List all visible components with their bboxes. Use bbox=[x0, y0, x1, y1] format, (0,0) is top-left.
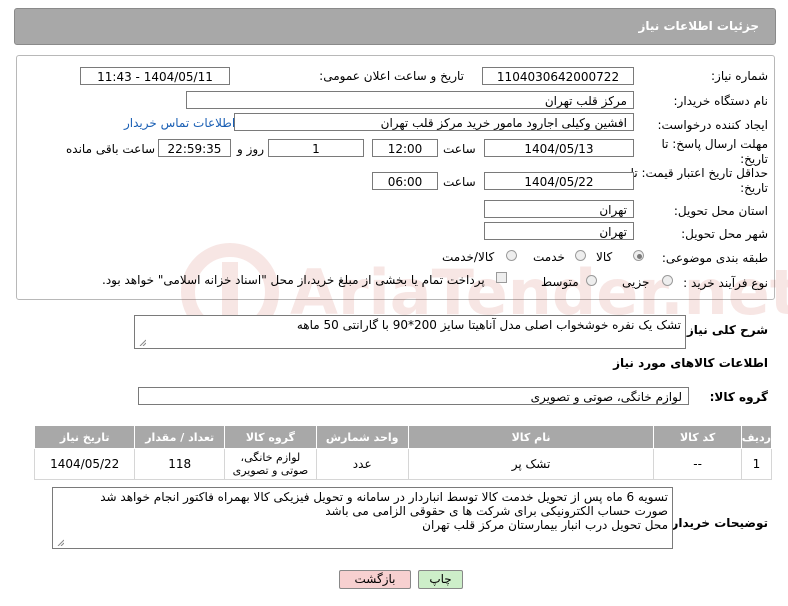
buyer-org-label: نام دستگاه خریدار: bbox=[673, 94, 769, 108]
reply-deadline-label: مهلت ارسال پاسخ: تا تاریخ: bbox=[661, 137, 768, 166]
col-quantity: تعداد / مقدار bbox=[134, 425, 226, 449]
description-textarea[interactable]: تشک یک نفره خوشخواب اصلی مدل آناهیتا سای… bbox=[134, 315, 686, 349]
category-option-service: خدمت bbox=[533, 250, 565, 264]
payment-note: پرداخت تمام یا بخشی از مبلغ خرید،از محل … bbox=[102, 273, 485, 287]
resize-grip-icon[interactable] bbox=[138, 338, 146, 346]
remaining-label: ساعت باقی مانده bbox=[66, 142, 156, 156]
col-code: کد کالا bbox=[653, 425, 742, 449]
buyer-notes-label: توضیحات خریدار: bbox=[666, 516, 768, 530]
col-date: تاریخ نیاز bbox=[33, 425, 136, 449]
cell-quantity: 118 bbox=[134, 448, 226, 480]
cell-group: لوازم خانگی، صوتی و تصویری bbox=[224, 448, 317, 480]
purchase-radio-small[interactable] bbox=[662, 275, 673, 286]
need-number-label: شماره نیاز: bbox=[711, 69, 768, 83]
description-label: شرح کلی نیاز: bbox=[682, 323, 768, 337]
table-row: 1 -- تشک پر عدد لوازم خانگی، صوتی و تصوی… bbox=[33, 448, 773, 480]
need-number-field: 1104030642000722 bbox=[482, 67, 634, 85]
col-name: نام کالا bbox=[407, 425, 655, 449]
cell-row: 1 bbox=[740, 448, 773, 480]
price-deadline-label: حداقل تاریخ اعتبار قیمت: تا تاریخ: bbox=[630, 166, 768, 195]
buyer-contact-link[interactable]: اطلاعات تماس خریدار bbox=[124, 116, 235, 130]
items-table: ردیف کد کالا نام کالا واحد شمارش گروه کا… bbox=[33, 425, 773, 480]
reply-days-field: 1 bbox=[268, 139, 364, 157]
reply-remaining-field: 22:59:35 bbox=[158, 139, 231, 157]
col-unit: واحد شمارش bbox=[315, 425, 409, 449]
col-row: ردیف bbox=[740, 425, 773, 449]
reply-date-field: 1404/05/13 bbox=[484, 139, 634, 157]
print-button[interactable]: چاپ bbox=[418, 570, 463, 589]
category-option-goods: کالا bbox=[596, 250, 613, 264]
purchase-radio-medium[interactable] bbox=[586, 275, 597, 286]
cell-unit: عدد bbox=[315, 448, 409, 480]
table-header-row: ردیف کد کالا نام کالا واحد شمارش گروه کا… bbox=[33, 425, 773, 449]
province-field: تهران bbox=[484, 200, 634, 218]
category-option-both: کالا/خدمت bbox=[442, 250, 495, 264]
buyer-notes-textarea[interactable]: تسویه 6 ماه پس از تحویل خدمت کالا توسط ا… bbox=[52, 487, 673, 549]
purchase-option-small: جزیی bbox=[622, 275, 650, 289]
reply-time-field: 12:00 bbox=[372, 139, 438, 157]
cell-code: -- bbox=[653, 448, 742, 480]
goods-group-label: گروه کالا: bbox=[709, 390, 768, 404]
description-text: تشک یک نفره خوشخواب اصلی مدل آناهیتا سای… bbox=[296, 318, 681, 332]
purchase-option-medium: متوسط bbox=[541, 275, 579, 289]
back-button[interactable]: بازگشت bbox=[339, 570, 411, 589]
page-title: جزئیات اطلاعات نیاز bbox=[638, 19, 759, 33]
reply-time-label: ساعت bbox=[443, 142, 476, 156]
buyer-note-line: تسویه 6 ماه پس از تحویل خدمت کالا توسط ا… bbox=[100, 490, 668, 504]
announce-datetime-label: تاریخ و ساعت اعلان عمومی: bbox=[319, 69, 464, 83]
payment-checkbox[interactable] bbox=[496, 272, 507, 283]
price-time-label: ساعت bbox=[443, 175, 476, 189]
category-radio-goods[interactable] bbox=[633, 250, 644, 261]
category-radio-service[interactable] bbox=[575, 250, 586, 261]
goods-group-field: لوازم خانگی، صوتی و تصویری bbox=[138, 387, 689, 405]
city-field: تهران bbox=[484, 222, 634, 240]
price-date-field: 1404/05/22 bbox=[484, 172, 634, 190]
requester-field: افشین وکیلی اجارود مامور خرید مرکز قلب ت… bbox=[234, 113, 634, 131]
buyer-note-line: صورت حساب الکترونیکی برای شرکت ها ی حقوق… bbox=[325, 504, 668, 518]
days-label: روز و bbox=[237, 142, 264, 156]
category-label: طبقه بندی موضوعی: bbox=[661, 251, 768, 265]
province-label: استان محل تحویل: bbox=[673, 204, 768, 218]
goods-info-heading: اطلاعات کالاهای مورد نیاز bbox=[613, 356, 768, 370]
col-group: گروه کالا bbox=[224, 425, 317, 449]
purchase-type-label: نوع فرآیند خرید : bbox=[683, 276, 768, 290]
cell-name: تشک پر bbox=[407, 448, 655, 480]
resize-grip-icon[interactable] bbox=[56, 538, 64, 546]
buyer-org-field: مرکز قلب تهران bbox=[186, 91, 634, 109]
city-label: شهر محل تحویل: bbox=[681, 227, 768, 241]
category-radio-both[interactable] bbox=[506, 250, 517, 261]
price-time-field: 06:00 bbox=[372, 172, 438, 190]
announce-datetime-field: 1404/05/11 - 11:43 bbox=[80, 67, 230, 85]
cell-date: 1404/05/22 bbox=[33, 448, 136, 480]
buyer-note-line: محل تحویل درب انبار بیمارستان مرکز قلب ت… bbox=[422, 518, 668, 532]
page-header: جزئیات اطلاعات نیاز bbox=[14, 8, 776, 45]
requester-label: ایجاد کننده درخواست: bbox=[657, 118, 768, 132]
